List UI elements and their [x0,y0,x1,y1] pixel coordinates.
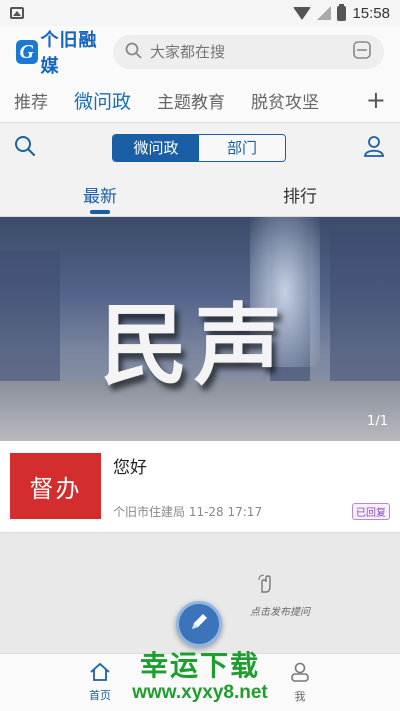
tab-recommend[interactable]: 推荐 [14,88,48,113]
scan-icon[interactable] [352,40,372,64]
tab-weiwenzheng[interactable]: 微问政 [74,87,131,114]
banner-pager: 1/1 [367,414,388,429]
watermark-url: www.xyxy8.net [132,682,268,704]
banner-title: 民声 [100,293,289,397]
pencil-icon [188,611,210,637]
item-thumbnail: 督办 [10,453,101,519]
nav-me-label: 我 [294,690,306,703]
search-icon[interactable] [14,135,36,161]
sort-tabs: 最新 排行 [0,172,400,217]
tab-latest[interactable]: 最新 [0,172,200,216]
home-icon [89,662,111,685]
nav-home-label: 首页 [89,689,111,702]
list-item[interactable]: 督办 您好 个旧市住建局 11-28 17:17 已回复 [0,441,400,533]
compose-button[interactable] [176,601,222,647]
watermark: 幸运下载 www.xyxy8.net [122,651,278,705]
banner[interactable]: 民声 1/1 [0,217,400,441]
segment-weiwenzheng[interactable]: 微问政 [113,134,199,161]
battery-icon [337,3,347,21]
sub-toolbar: 微问政 部门 [0,122,400,172]
app-bar: G 个旧融媒 [0,26,400,78]
channel-tabs: 推荐 微问政 主题教育 脱贫攻坚 + [0,78,400,122]
status-badge: 已回复 [352,503,390,520]
tab-ranking[interactable]: 排行 [200,172,400,216]
image-notification-icon [10,7,24,19]
wifi-icon [293,6,312,20]
logo-text: 个旧融媒 [40,30,98,76]
item-source: 个旧市住建局 11-28 17:17 [113,505,263,519]
search-input[interactable] [150,43,344,61]
app-logo: G 个旧融媒 [16,26,99,78]
pager-total: 1 [379,414,388,429]
banner-building [330,231,400,401]
watermark-title: 幸运下载 [139,649,260,683]
segment-control: 微问政 部门 [112,133,286,162]
signal-icon [317,6,332,20]
tab-theme-education[interactable]: 主题教育 [157,88,225,113]
tap-hand-icon [256,574,274,597]
status-bar: 15:58 [0,0,400,26]
search-icon [125,42,142,63]
search-bar[interactable] [113,35,384,69]
tab-poverty[interactable]: 脱贫攻坚 [251,88,319,113]
item-title: 您好 [113,458,147,478]
user-icon[interactable] [362,134,386,162]
segment-department[interactable]: 部门 [199,134,285,161]
banner-building [0,251,60,401]
profile-icon [289,661,311,686]
fab-hint-text: 点击发布提问 [250,607,310,618]
logo-icon: G [16,40,38,64]
fab-hint: 点击发布提问 [250,574,310,618]
add-channel-button[interactable]: + [366,88,386,112]
status-time: 15:58 [352,4,390,22]
